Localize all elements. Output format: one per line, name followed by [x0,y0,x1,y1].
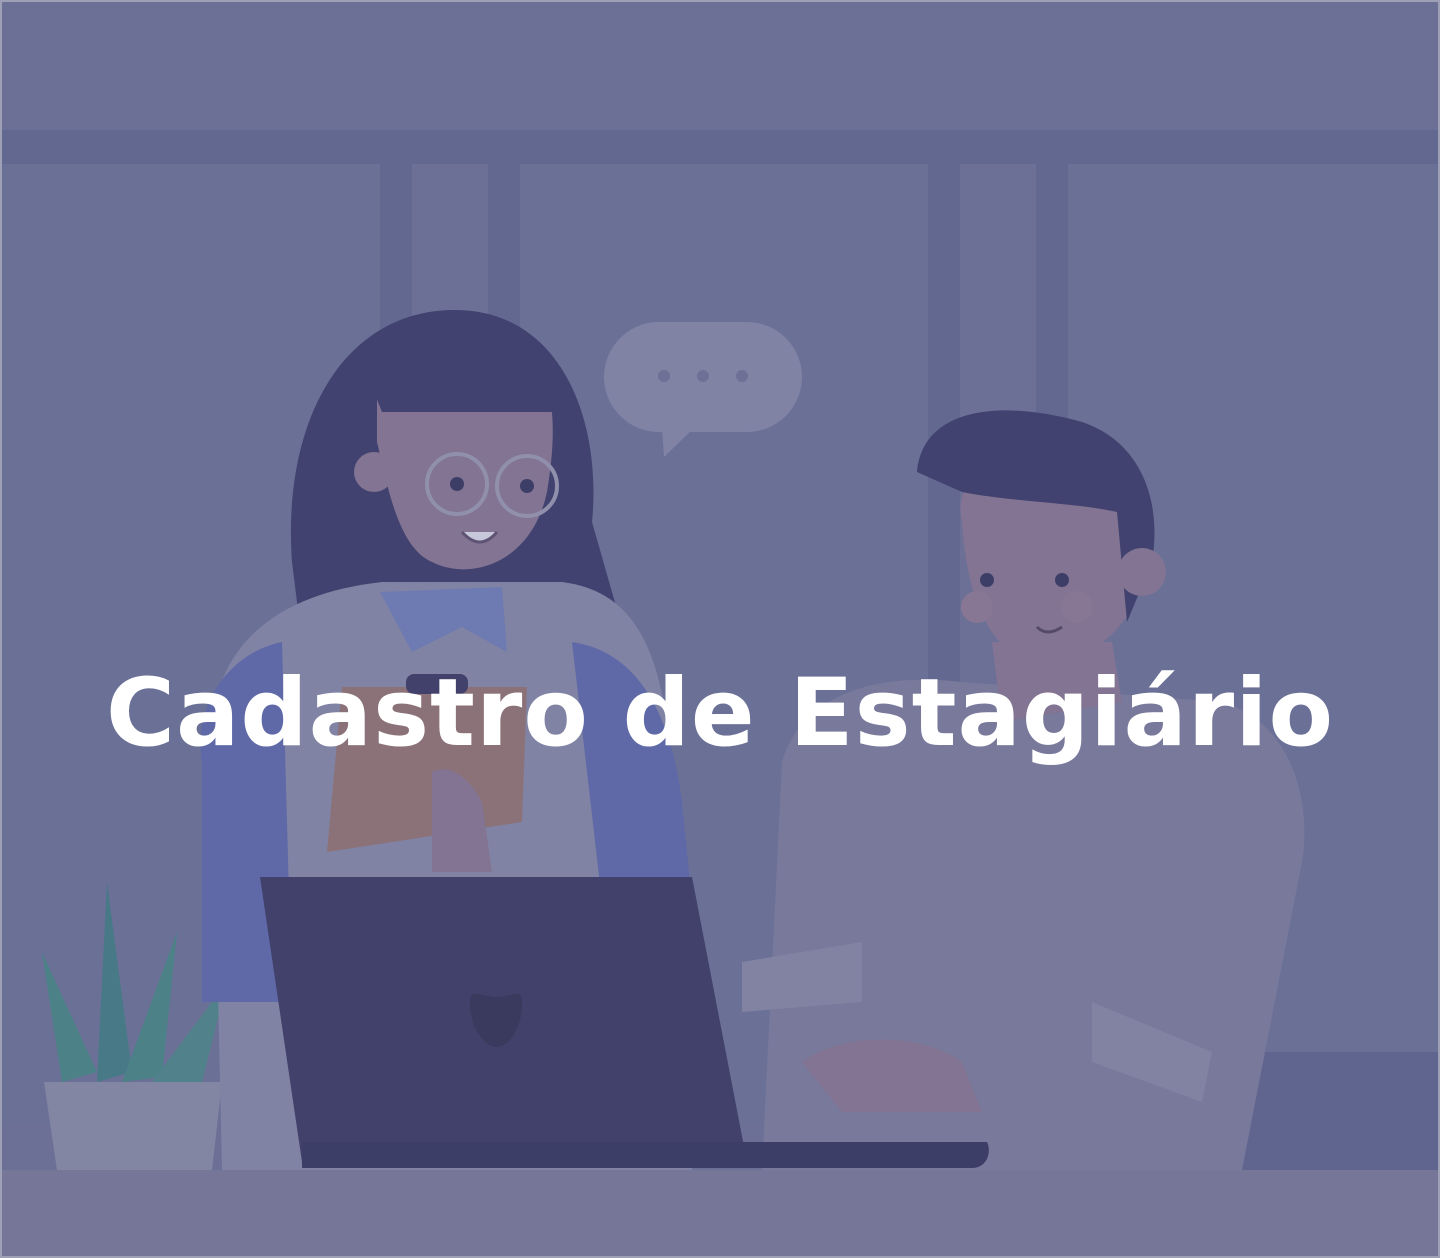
page-title: Cadastro de Estagiário [105,659,1335,768]
hero-banner: Cadastro de Estagiário [0,0,1440,1258]
color-overlay [2,2,1438,1256]
